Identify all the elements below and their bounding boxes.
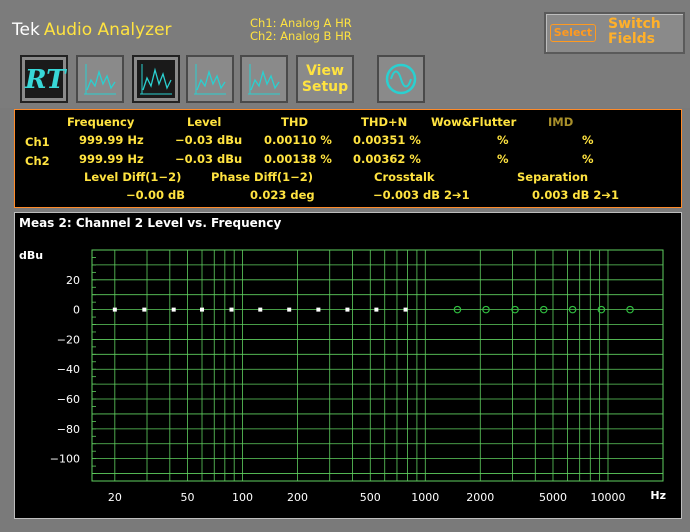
ch1-wow-flutter: % (497, 133, 509, 147)
header-phase-diff: Phase Diff(1−2) (211, 170, 313, 184)
x-tick-label: 10000 (590, 491, 625, 504)
x-tick-label: 200 (287, 491, 308, 504)
header-thdn: THD+N (361, 115, 408, 129)
y-tick-label: 0 (73, 304, 80, 317)
spectrum-graph-icon (84, 64, 116, 95)
plot-frame (91, 249, 664, 482)
app-title: Tek Audio Analyzer (12, 20, 172, 40)
ch1-level: −0.03 dBu (175, 133, 243, 147)
select-key-label: Select (550, 24, 596, 42)
ch2-source: Ch2: Analog B HR (250, 29, 352, 43)
x-tick-label: 500 (360, 491, 381, 504)
generator-button[interactable] (377, 55, 425, 103)
crosstalk-value: −0.003 dB 2➔1 (373, 188, 470, 202)
x-tick-label: 2000 (466, 491, 494, 504)
header-level: Level (187, 115, 222, 129)
ch2-thdn: 0.00362 % (353, 152, 421, 166)
data-point-square (287, 307, 292, 312)
measure-4-button[interactable] (240, 55, 288, 103)
x-tick-label: 50 (181, 491, 195, 504)
data-point-square (316, 307, 321, 312)
header-imd: IMD (548, 115, 574, 129)
x-tick-label: 1000 (411, 491, 439, 504)
data-point-square (112, 307, 117, 312)
switch-fields-button[interactable]: Select Switch Fields (544, 12, 685, 54)
header-frequency: Frequency (67, 115, 135, 129)
view-setup-button[interactable]: View Setup (296, 55, 354, 103)
ch2-imd: % (582, 152, 594, 166)
header-level-diff: Level Diff(1−2) (84, 170, 182, 184)
ch1-frequency: 999.99 Hz (79, 133, 144, 147)
data-point-square (374, 307, 379, 312)
spectrum-graph-icon (194, 64, 226, 95)
data-point-square (229, 307, 234, 312)
data-point-square (142, 307, 147, 312)
y-tick-label: −80 (57, 423, 80, 436)
ch2-label: Ch2 (25, 154, 50, 168)
ch2-thd: 0.00138 % (264, 152, 332, 166)
y-tick-label: −40 (57, 363, 80, 376)
ch2-level: −0.03 dBu (175, 152, 243, 166)
ch2-frequency: 999.99 Hz (79, 152, 144, 166)
ch1-thdn: 0.00351 % (353, 133, 421, 147)
app-name: Audio Analyzer (43, 20, 172, 40)
level-diff-value: −0.00 dB (126, 188, 186, 202)
y-tick-label: 20 (66, 274, 80, 287)
data-point-square (345, 307, 350, 312)
measure-1-button[interactable] (76, 55, 124, 103)
x-tick-label: 20 (108, 491, 122, 504)
spectrum-graph-icon (137, 60, 175, 98)
ch1-imd: % (582, 133, 594, 147)
graph-title: Meas 2: Channel 2 Level vs. Frequency (19, 216, 282, 230)
measure-2-button[interactable] (132, 55, 180, 103)
rt-icon: RT (25, 60, 66, 98)
header-separation: Separation (517, 170, 589, 184)
top-bar: Tek Audio Analyzer Ch1: Analog A HR Ch2: … (0, 0, 690, 108)
ch2-wow-flutter: % (497, 152, 509, 166)
spectrum-graph-icon (248, 64, 280, 95)
data-point-square (200, 307, 205, 312)
header-crosstalk: Crosstalk (374, 170, 435, 184)
y-axis-label: dBu (19, 249, 44, 262)
level-vs-frequency-plot: 200−20−40−60−80−10020 50 100 200 500 1000 2000… (50, 249, 666, 504)
brand-name: Tek (12, 20, 40, 40)
measure-3-button[interactable] (186, 55, 234, 103)
data-point-square (258, 307, 263, 312)
header-thd: THD (281, 115, 309, 129)
sine-wave-icon (385, 63, 417, 95)
data-point-square (403, 307, 408, 312)
results-panel: Frequency Level THD THD+N Wow&Flutter IM… (14, 109, 682, 208)
separation-value: 0.003 dB 2➔1 (532, 188, 620, 202)
phase-diff-value: 0.023 deg (250, 188, 315, 202)
y-tick-label: −20 (57, 333, 80, 346)
header-wow-flutter: Wow&Flutter (431, 115, 517, 129)
ch1-label: Ch1 (25, 135, 50, 149)
ch1-thd: 0.00110 % (264, 133, 332, 147)
data-point-square (171, 307, 176, 312)
channel-info: Ch1: Analog A HR Ch2: Analog B HR (250, 17, 352, 43)
graph-panel[interactable]: 20 0 −20 −40 −60 −80 −100 20 50 100 200 500 1000 2000… (14, 212, 682, 519)
x-tick-label: 100 (232, 491, 253, 504)
switch-fields-label: Switch Fields (608, 16, 661, 47)
x-unit-label: Hz (650, 489, 666, 502)
realtime-button[interactable]: RT (20, 55, 68, 103)
y-tick-label: −100 (50, 453, 80, 466)
y-tick-label: −60 (57, 393, 80, 406)
x-tick-label: 5000 (539, 491, 567, 504)
